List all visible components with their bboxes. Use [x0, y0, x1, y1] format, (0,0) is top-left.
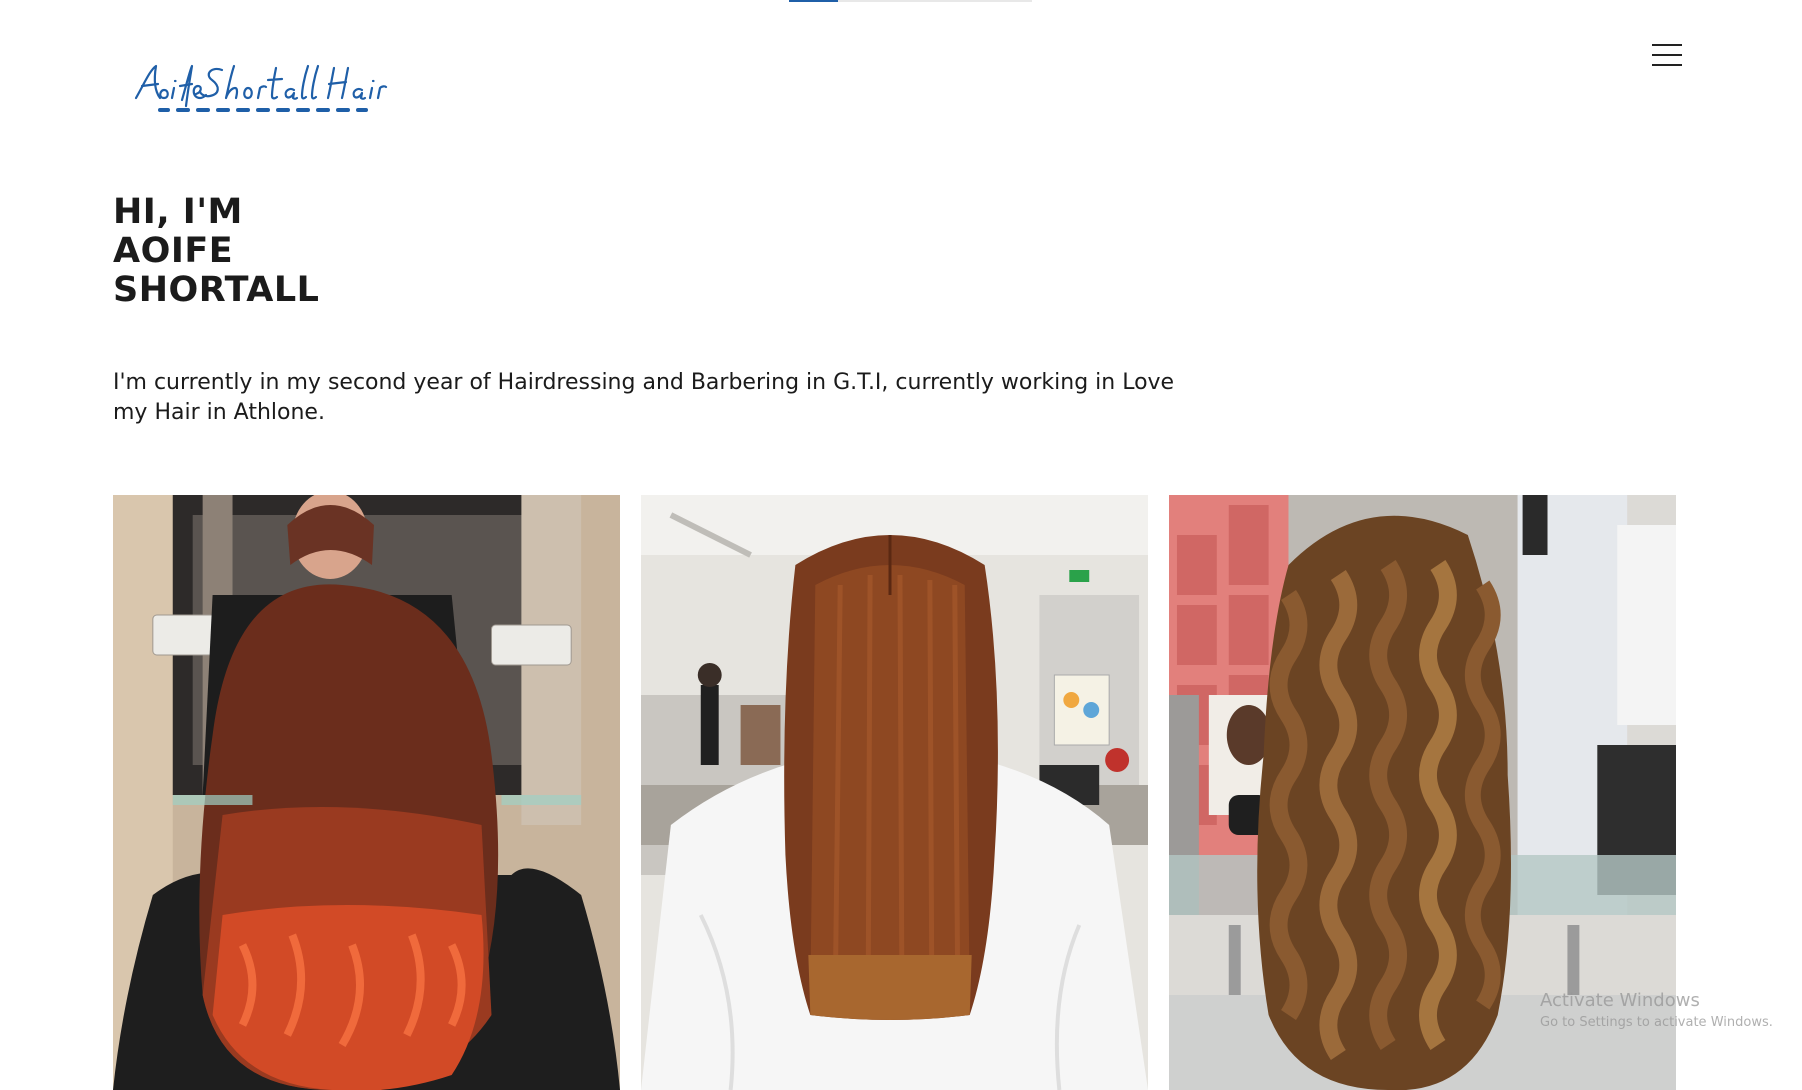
scroll-progress-fill: [789, 0, 838, 2]
photo-gallery: [113, 495, 1676, 1090]
menu-bar-middle: [1652, 54, 1682, 56]
hero-title-line: AOIFE: [113, 231, 234, 271]
copper-balayage-curls-photo[interactable]: [113, 495, 620, 1090]
hero-title: HI, I'M AOIFE SHORTALL: [113, 193, 319, 310]
menu-bar-top: [1652, 44, 1682, 46]
straight-brunette-cut-photo[interactable]: [641, 495, 1148, 1090]
hero-title-line: SHORTALL: [113, 270, 320, 310]
hamburger-menu-icon[interactable]: [1652, 44, 1682, 66]
intro-paragraph: I'm currently in my second year of Haird…: [113, 370, 1175, 425]
scroll-progress-bar: [789, 0, 1032, 2]
hero-title-line: HI, I'M: [113, 192, 243, 232]
logo-wordmark: [134, 64, 388, 112]
long-brown-waves-photo[interactable]: [1169, 495, 1676, 1090]
menu-bar-bottom: [1652, 64, 1682, 66]
site-logo[interactable]: [130, 56, 392, 116]
